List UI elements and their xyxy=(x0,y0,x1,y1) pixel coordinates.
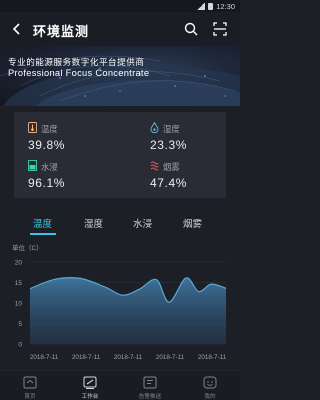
tab-water-immersion[interactable]: 水浸 xyxy=(133,216,152,230)
metric-tabs: 温度 湿度 水浸 烟雾 xyxy=(0,216,240,236)
water-drop-icon xyxy=(150,122,159,133)
y-tick-label: 0 xyxy=(18,341,22,348)
y-tick-label: 20 xyxy=(15,259,23,266)
banner[interactable]: 专业的能源服务数字化平台提供商 Professional Focus Conce… xyxy=(0,46,240,106)
tab-humidity[interactable]: 湿度 xyxy=(84,216,103,230)
app-screen: 12:30 环境监测 专业的能源服务数字化平台提供商 Professional … xyxy=(0,0,240,400)
nav-label: 我的 xyxy=(204,394,216,400)
y-axis-label: 单位（C） xyxy=(12,243,43,252)
status-indicators: 12:30 xyxy=(197,0,235,12)
tab-temperature[interactable]: 温度 xyxy=(33,216,52,230)
y-tick-label: 5 xyxy=(18,321,22,328)
signal-icon xyxy=(197,2,206,10)
metric-value: 47.4% xyxy=(150,176,188,190)
series-area xyxy=(30,277,226,344)
y-tick-label: 10 xyxy=(15,300,23,307)
nav-profile[interactable]: 我的 xyxy=(186,371,234,400)
metrics-card: 温度 39.8% 湿度 23.3% 水浸 96.1% 烟雾 47.4% xyxy=(14,112,226,198)
metric-value: 39.8% xyxy=(28,138,66,152)
x-tick-label: 2018-7-11 xyxy=(156,354,185,361)
nav-label: 工作台 xyxy=(81,394,99,400)
nav-label: 首页 xyxy=(24,394,36,400)
search-icon[interactable] xyxy=(184,22,198,36)
profile-icon xyxy=(203,376,217,389)
metric-value: 96.1% xyxy=(28,176,66,190)
metric-value: 23.3% xyxy=(150,138,188,152)
nav-workbench[interactable]: 工作台 xyxy=(66,371,114,400)
scan-icon[interactable] xyxy=(213,22,227,36)
page-title: 环境监测 xyxy=(33,24,90,39)
bottom-tab-bar: 首页 工作台 告警推送 我的 xyxy=(0,370,240,400)
metric-label: 温度 xyxy=(41,124,58,134)
workbench-icon xyxy=(83,376,97,389)
home-icon xyxy=(23,376,37,389)
status-time: 12:30 xyxy=(216,1,235,11)
tab-smoke[interactable]: 烟雾 xyxy=(183,216,202,230)
alarm-message-icon xyxy=(143,376,157,389)
x-tick-label: 2018-7-11 xyxy=(114,354,143,361)
banner-slogan: Professional Focus Concentrate xyxy=(8,68,150,78)
metric-label: 水浸 xyxy=(41,162,58,172)
metric-label: 湿度 xyxy=(163,124,180,134)
metric-label: 烟雾 xyxy=(163,162,180,172)
active-tab-indicator xyxy=(30,233,56,235)
x-tick-label: 2018-7-11 xyxy=(198,354,227,361)
nav-label: 告警推送 xyxy=(138,394,162,400)
y-tick-label: 15 xyxy=(15,280,23,287)
nav-home[interactable]: 首页 xyxy=(6,371,54,400)
smoke-icon xyxy=(150,161,159,171)
app-header: 环境监测 xyxy=(0,12,240,46)
banner-headline: 专业的能源服务数字化平台提供商 xyxy=(8,57,145,67)
status-bar: 12:30 xyxy=(0,0,240,12)
x-tick-label: 2018-7-11 xyxy=(30,354,59,361)
x-tick-label: 2018-7-11 xyxy=(72,354,101,361)
temperature-chart: 单位（C） 0 5 10 15 20 2018-7-11 2018-7-11 2018-7-11… xyxy=(12,243,227,361)
nav-alarm-push[interactable]: 告警推送 xyxy=(126,371,174,400)
water-immersion-icon xyxy=(28,160,37,171)
back-arrow-icon[interactable] xyxy=(10,22,24,36)
thermometer-icon xyxy=(28,122,37,133)
battery-icon xyxy=(208,2,214,10)
